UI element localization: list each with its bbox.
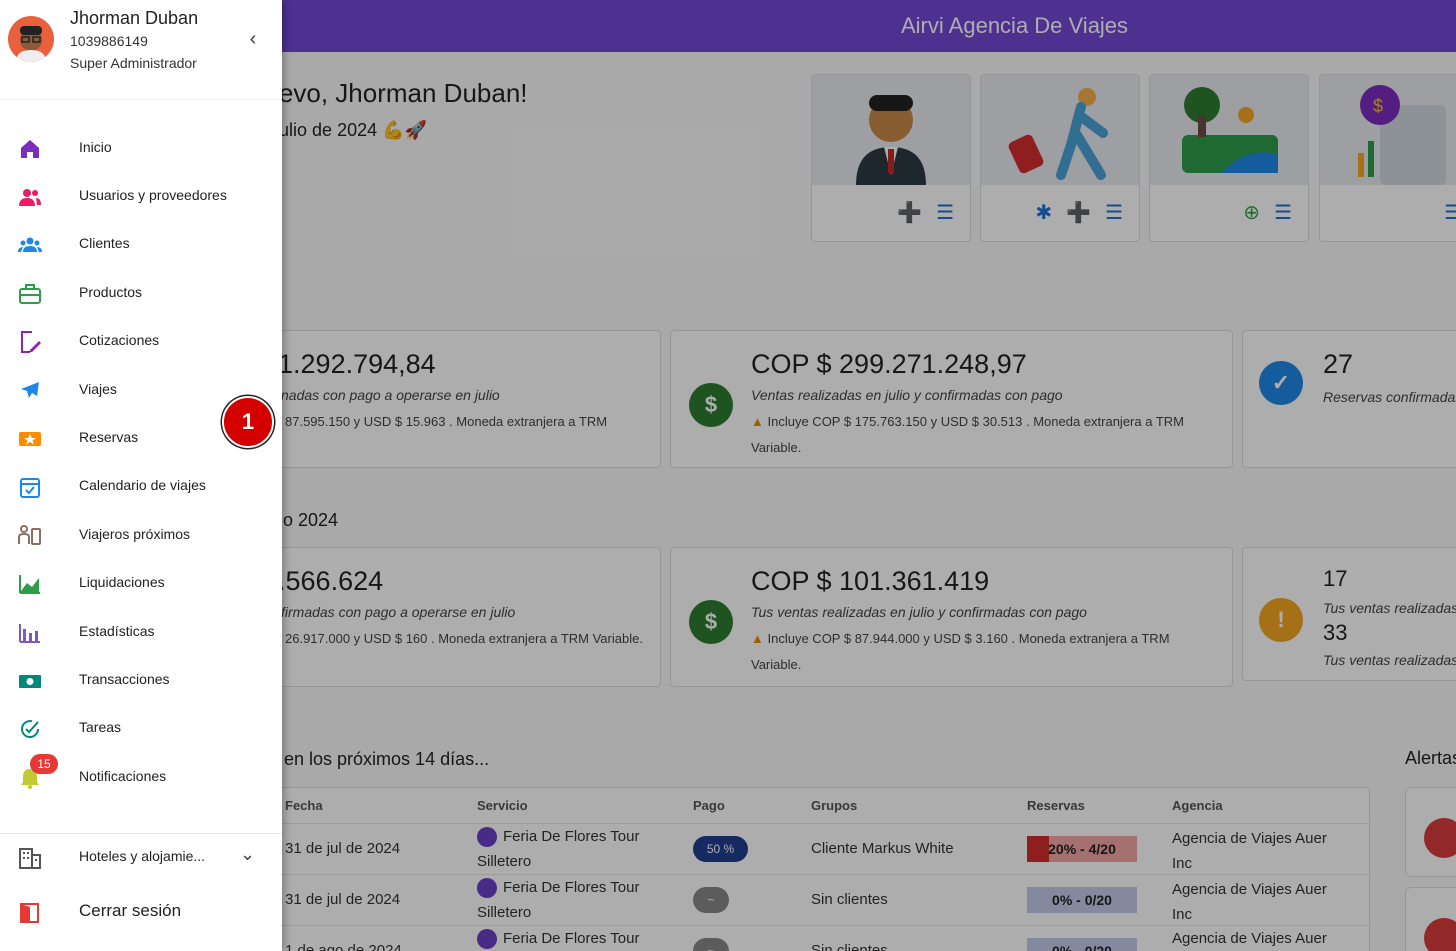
task-check-icon	[21, 720, 40, 738]
nav-item-calendario[interactable]: Calendario de viajes	[0, 463, 282, 509]
nav-item-clientes[interactable]: Clientes	[0, 221, 282, 267]
nav-label: Estadísticas	[79, 623, 155, 639]
building-icon	[19, 848, 41, 869]
nav-item-viajeros[interactable]: Viajeros próximos	[0, 512, 282, 558]
notification-badge: 15	[30, 754, 58, 774]
nav-label: Cotizaciones	[79, 332, 160, 348]
nav-item-hoteles[interactable]: Hoteles y alojamie... ⌄	[0, 834, 282, 880]
briefcase-icon	[19, 284, 41, 304]
nav-label: Hoteles y alojamie...	[79, 848, 206, 864]
clients-icon	[18, 237, 42, 252]
nav-item-productos[interactable]: Productos	[0, 270, 282, 316]
user-role: Super Administrador	[70, 55, 197, 71]
nav-label: Tareas	[79, 719, 122, 735]
nav-item-estadisticas[interactable]: Estadísticas	[0, 609, 282, 655]
nav-label: Liquidaciones	[79, 574, 165, 590]
chevron-left-icon[interactable]: ‹	[242, 28, 264, 50]
nav-item-transacciones[interactable]: Transacciones	[0, 657, 282, 703]
user-profile: Jhorman Duban 1039886149 Super Administr…	[0, 0, 282, 100]
nav-item-inicio[interactable]: Inicio	[0, 125, 282, 171]
logout-icon	[20, 903, 39, 923]
traveler-luggage-icon	[18, 525, 41, 545]
home-icon	[21, 140, 39, 158]
nav-label: Reservas	[79, 429, 139, 445]
user-name: Jhorman Duban	[70, 8, 199, 28]
nav-item-usuarios[interactable]: Usuarios y proveedores	[0, 173, 282, 219]
nav-label: Productos	[79, 284, 143, 300]
nav-item-liquidaciones[interactable]: Liquidaciones	[0, 560, 282, 606]
logout-button[interactable]: Cerrar sesión	[0, 889, 282, 935]
area-chart-icon	[19, 575, 40, 594]
avatar	[8, 16, 54, 62]
money-icon	[19, 675, 41, 688]
quote-edit-icon	[21, 331, 41, 353]
nav-label: Cerrar sesión	[79, 901, 182, 920]
nav-label: Calendario de viajes	[79, 477, 206, 493]
nav-label: Transacciones	[79, 671, 170, 687]
nav-label: Notificaciones	[79, 768, 167, 784]
nav-label: Viajeros próximos	[79, 526, 191, 542]
ticket-star-icon	[19, 432, 41, 446]
bar-chart-icon	[19, 624, 40, 643]
nav-item-cotizaciones[interactable]: Cotizaciones	[0, 318, 282, 364]
nav-item-notificaciones[interactable]: 15 Notificaciones	[0, 754, 282, 800]
step-marker: 1	[222, 396, 274, 448]
nav-label: Inicio	[79, 139, 112, 155]
users-icon	[19, 189, 41, 206]
nav-label: Viajes	[79, 381, 117, 397]
chevron-down-icon[interactable]: ⌄	[240, 844, 255, 865]
calendar-check-icon	[20, 478, 40, 498]
nav-item-tareas[interactable]: Tareas	[0, 705, 282, 751]
navigation-drawer: Jhorman Duban 1039886149 Super Administr…	[0, 0, 282, 951]
airplane-icon	[21, 382, 39, 398]
nav-label: Clientes	[79, 235, 130, 251]
user-id: 1039886149	[70, 33, 148, 49]
nav-label: Usuarios y proveedores	[79, 187, 227, 203]
